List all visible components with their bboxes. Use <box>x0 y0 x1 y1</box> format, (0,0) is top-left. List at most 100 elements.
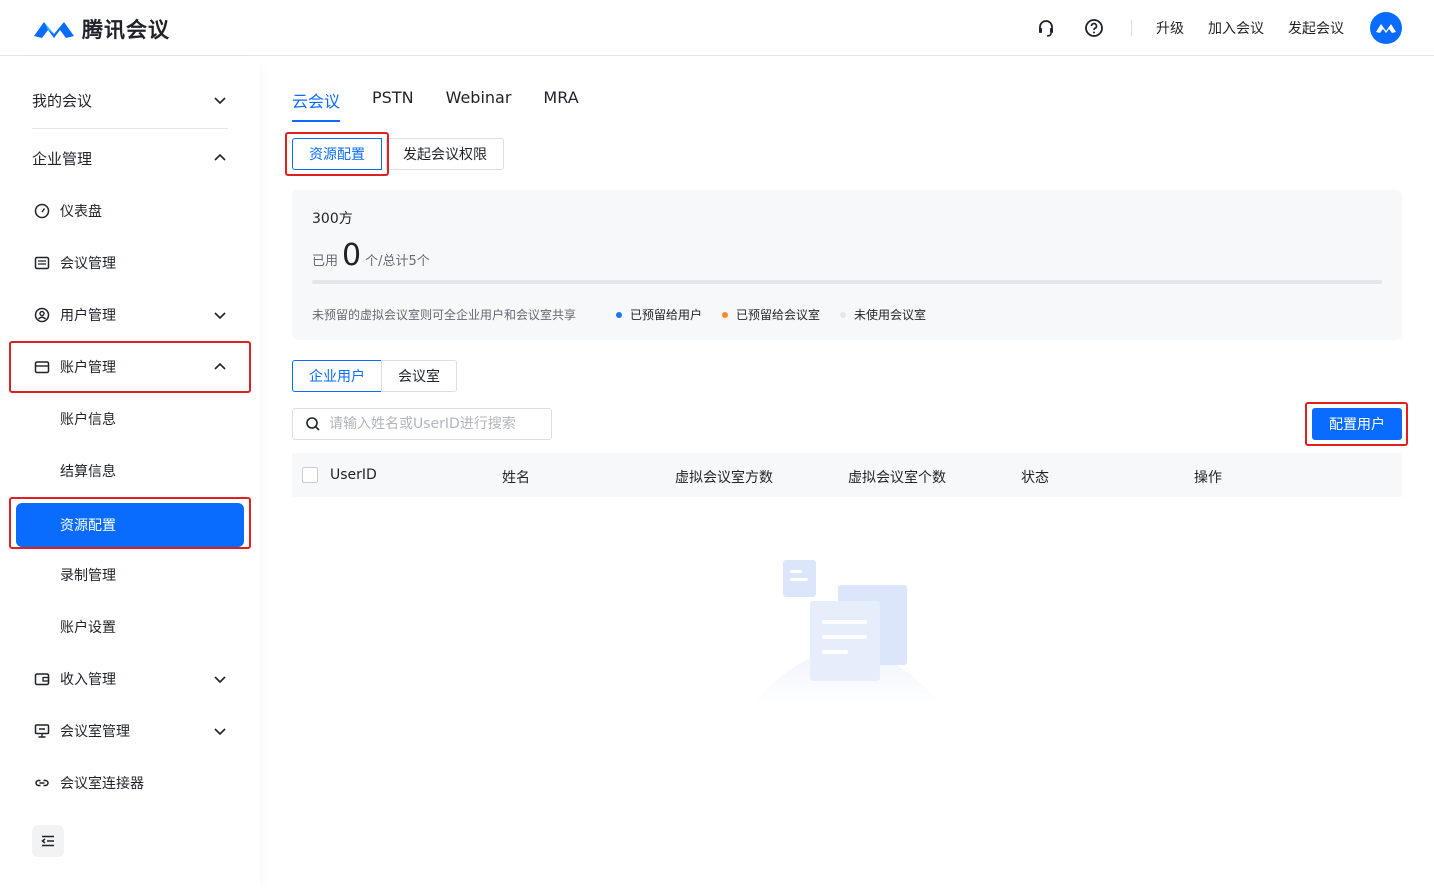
search-box[interactable] <box>292 408 552 440</box>
brand-name: 腾讯会议 <box>82 18 170 42</box>
legend-dot <box>840 311 847 318</box>
search-icon <box>306 417 320 431</box>
usage-progress-bar <box>312 280 1382 284</box>
wallet-icon <box>34 359 50 375</box>
tab-meeting-permission[interactable]: 发起会议权限 <box>386 138 504 170</box>
sidebar-item-label: 收入管理 <box>60 672 116 688</box>
sidebar-item-account-settings[interactable]: 账户设置 <box>16 605 244 649</box>
sidebar-item-label: 会议室连接器 <box>60 776 144 792</box>
header-divider <box>1131 20 1132 36</box>
tab-meeting-rooms[interactable]: 会议室 <box>381 360 457 392</box>
sidebar-item-meeting-management[interactable]: 会议管理 <box>16 241 244 285</box>
column-status[interactable]: 状态 <box>1021 467 1049 487</box>
list-icon <box>34 255 50 271</box>
legend-unused-rooms: 未使用会议室 <box>840 306 926 323</box>
top-header: 腾讯会议 升级 加入会议 发起会议 <box>0 0 1434 56</box>
sidebar-item-label: 账户信息 <box>60 412 116 428</box>
sidebar-collapse-button[interactable] <box>32 825 64 857</box>
config-segment: 资源配置 发起会议权限 <box>292 138 504 170</box>
sidebar-item-room-connector[interactable]: 会议室连接器 <box>16 761 244 805</box>
legend-label: 已预留给用户 <box>630 308 703 322</box>
sidebar-item-resource-config[interactable]: 资源配置 <box>16 503 244 547</box>
usage-footer: 未预留的虚拟会议室则可全企业用户和会议室共享 已预留给用户 已预留给会议室 未使… <box>312 306 926 323</box>
chevron-down-icon <box>214 728 226 736</box>
chevron-up-icon <box>214 362 226 370</box>
tab-mra[interactable]: MRA <box>543 88 578 122</box>
sidebar-item-label: 结算信息 <box>60 464 116 480</box>
sidebar-item-dashboard[interactable]: 仪表盘 <box>16 189 244 233</box>
user-circle-icon <box>34 307 50 323</box>
header-actions: 升级 加入会议 发起会议 <box>1009 12 1402 44</box>
sidebar-item-label: 账户设置 <box>60 620 116 636</box>
legend-reserved-users: 已预留给用户 <box>616 306 702 323</box>
table-header: UserID 姓名 虚拟会议室方数 虚拟会议室个数 状态 操作 <box>292 453 1402 497</box>
tab-resource-config[interactable]: 资源配置 <box>292 138 382 170</box>
user-avatar[interactable] <box>1370 12 1402 44</box>
empty-state-illustration-icon <box>752 560 942 705</box>
usage-card: 300方 已用 0 个/总计5个 未预留的虚拟会议室则可全企业用户和会议室共享 … <box>292 190 1402 340</box>
chevron-down-icon <box>214 312 226 320</box>
sidebar-item-recording-management[interactable]: 录制管理 <box>16 553 244 597</box>
sidebar-item-billing-info[interactable]: 结算信息 <box>16 449 244 493</box>
sidebar-my-meetings[interactable]: 我的会议 <box>16 78 244 122</box>
legend-label: 已预留给会议室 <box>736 308 821 322</box>
usage-title: 300方 <box>312 211 353 227</box>
sidebar-item-income-management[interactable]: 收入管理 <box>16 657 244 701</box>
select-all-checkbox[interactable] <box>302 467 318 483</box>
column-userid[interactable]: UserID <box>330 467 377 483</box>
sidebar-item-label: 会议室管理 <box>60 724 130 740</box>
brand-logo[interactable]: 腾讯会议 <box>32 14 170 44</box>
sidebar-item-label: 企业管理 <box>32 149 93 168</box>
tab-webinar[interactable]: Webinar <box>446 88 512 122</box>
sidebar-item-account-management[interactable]: 账户管理 <box>16 345 244 389</box>
upgrade-link[interactable]: 升级 <box>1156 18 1184 38</box>
product-tabs: 云会议 PSTN Webinar MRA <box>292 88 611 122</box>
column-actions[interactable]: 操作 <box>1194 467 1222 487</box>
legend-label: 未使用会议室 <box>854 308 927 322</box>
sidebar-item-account-info[interactable]: 账户信息 <box>16 397 244 441</box>
help-icon[interactable] <box>1083 17 1105 39</box>
assignee-segment: 企业用户 会议室 <box>292 360 457 392</box>
sidebar-item-label: 用户管理 <box>60 308 116 324</box>
link-icon <box>34 775 50 791</box>
sidebar-enterprise[interactable]: 企业管理 <box>16 136 244 180</box>
legend-dot <box>616 311 623 318</box>
usage-used-prefix: 已用 <box>312 254 339 269</box>
join-meeting-link[interactable]: 加入会议 <box>1208 18 1264 38</box>
usage-note: 未预留的虚拟会议室则可全企业用户和会议室共享 <box>312 308 577 322</box>
headset-icon[interactable] <box>1035 17 1057 39</box>
start-meeting-link[interactable]: 发起会议 <box>1288 18 1344 38</box>
tab-cloud-meeting[interactable]: 云会议 <box>292 88 341 122</box>
legend-reserved-rooms: 已预留给会议室 <box>722 306 820 323</box>
avatar-logo-icon <box>1376 24 1396 33</box>
sidebar-item-label: 我的会议 <box>32 91 93 110</box>
chevron-up-icon <box>214 153 226 161</box>
sidebar-item-room-management[interactable]: 会议室管理 <box>16 709 244 753</box>
collapse-menu-icon <box>41 835 54 847</box>
column-room-count[interactable]: 虚拟会议室个数 <box>848 467 946 487</box>
legend-dot <box>722 311 729 318</box>
sidebar: 我的会议 企业管理 仪表盘 会议管理 用户管理 账户管理 账户信息 结算信息 资… <box>0 56 260 893</box>
config-users-button[interactable]: 配置用户 <box>1312 408 1402 440</box>
sidebar-item-label: 录制管理 <box>60 568 116 584</box>
sidebar-divider <box>32 128 228 129</box>
tencent-meeting-logo-icon <box>34 22 74 38</box>
search-input[interactable] <box>329 416 544 432</box>
usage-used-count: 0 <box>342 238 362 273</box>
sidebar-item-label: 会议管理 <box>60 256 116 272</box>
sidebar-item-label: 仪表盘 <box>60 204 102 220</box>
tab-pstn[interactable]: PSTN <box>372 88 414 122</box>
chevron-down-icon <box>214 676 226 684</box>
dashboard-icon <box>34 203 50 219</box>
chevron-down-icon <box>214 97 226 105</box>
sidebar-item-label: 资源配置 <box>60 518 116 534</box>
column-name[interactable]: 姓名 <box>502 467 530 487</box>
monitor-icon <box>34 723 50 739</box>
tab-enterprise-users[interactable]: 企业用户 <box>292 360 382 392</box>
column-room-capacity[interactable]: 虚拟会议室方数 <box>675 467 773 487</box>
income-icon <box>34 671 50 687</box>
sidebar-item-user-management[interactable]: 用户管理 <box>16 293 244 337</box>
sidebar-item-label: 账户管理 <box>60 360 116 376</box>
usage-summary: 已用 0 个/总计5个 <box>312 238 430 273</box>
usage-used-suffix: 个/总计5个 <box>365 254 430 269</box>
